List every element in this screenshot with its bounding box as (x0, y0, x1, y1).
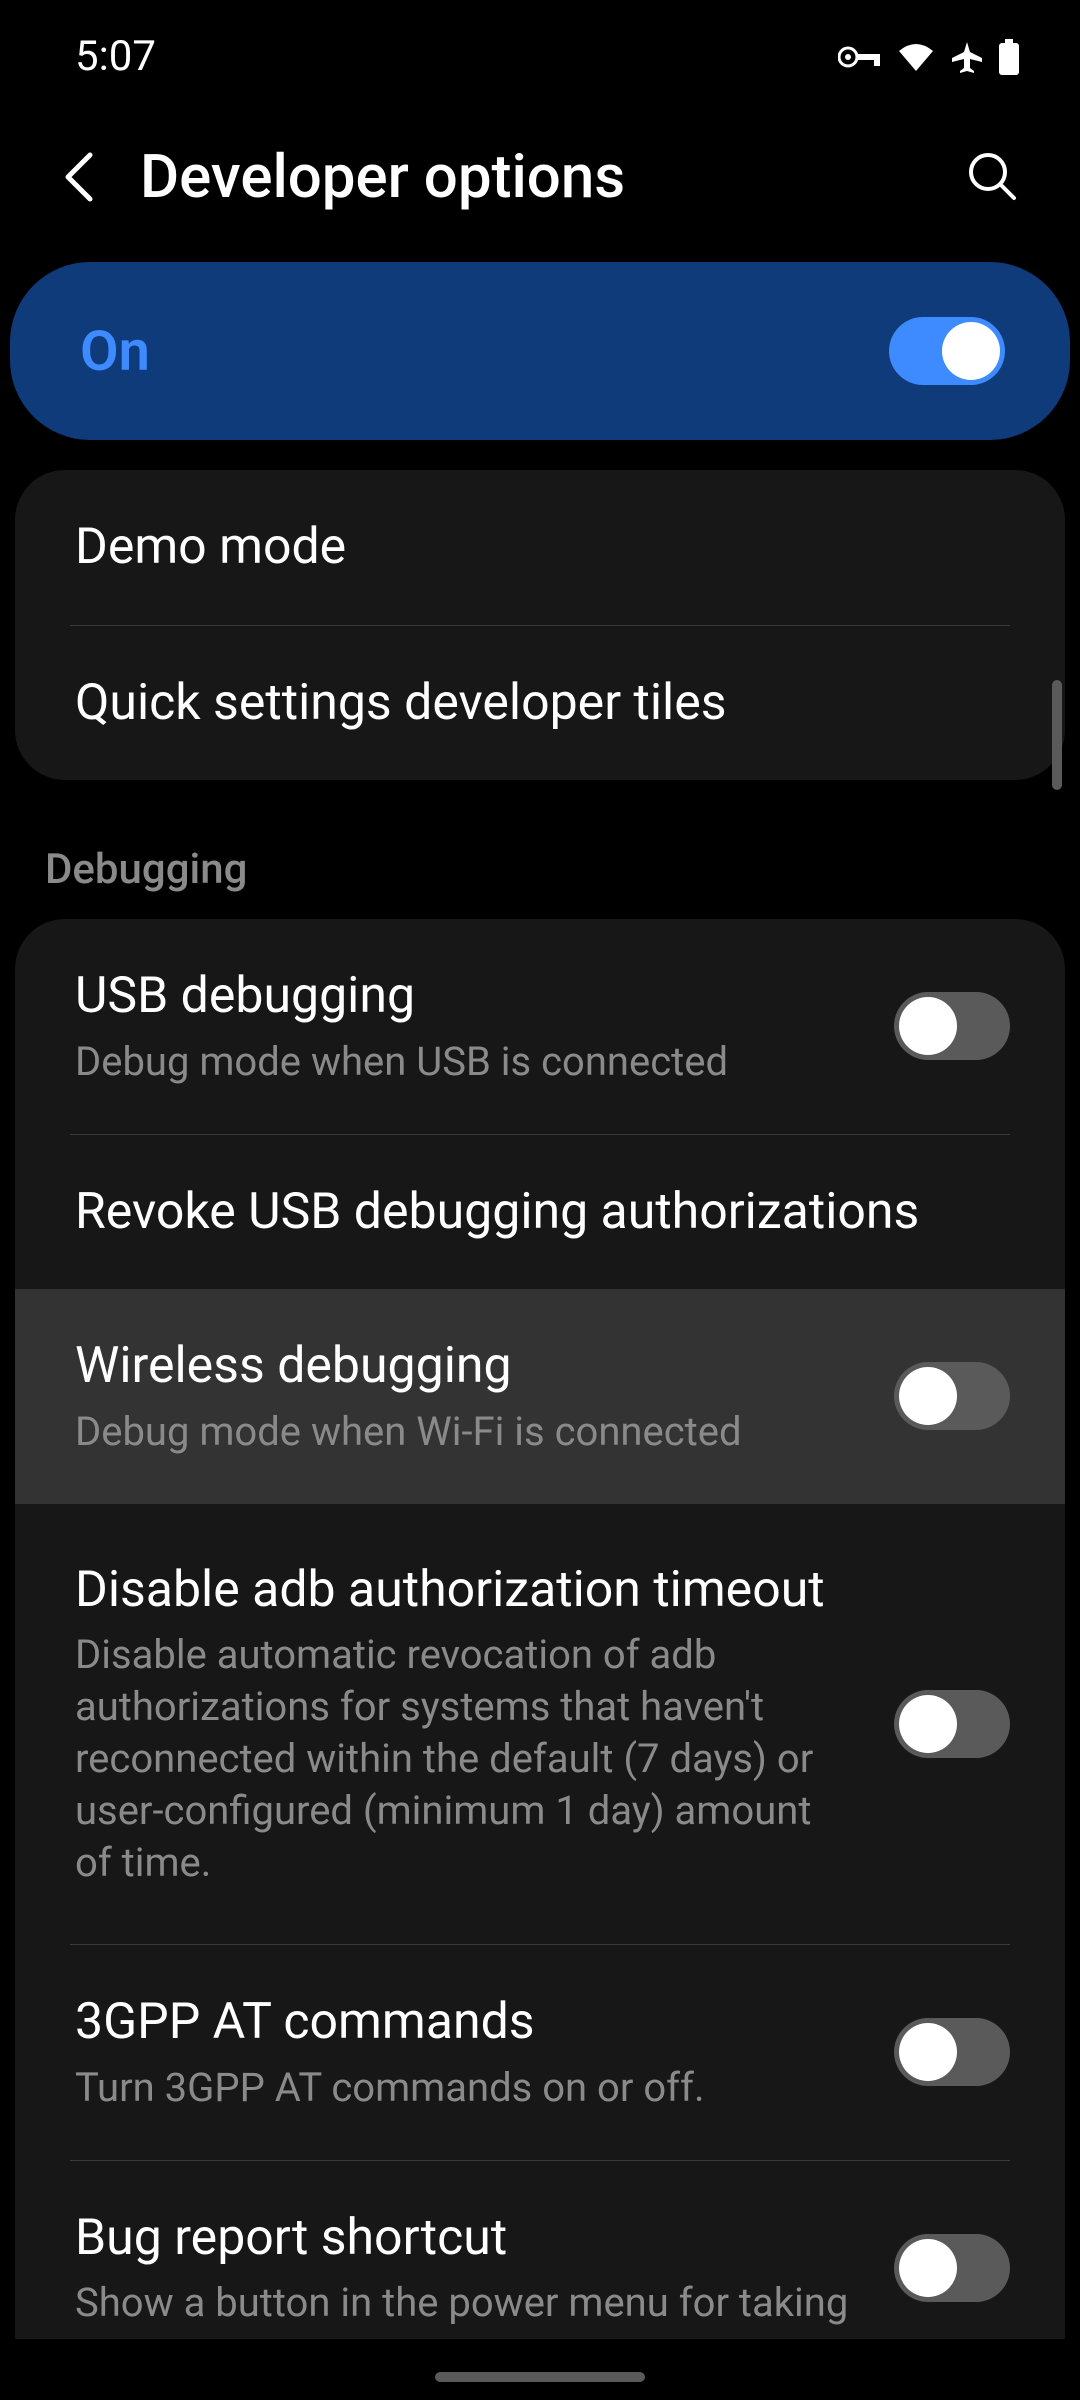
airplane-icon (950, 40, 984, 74)
item-title: Wireless debugging (75, 1335, 854, 1398)
quick-settings-tiles-item[interactable]: Quick settings developer tiles (15, 626, 1065, 781)
demo-mode-item[interactable]: Demo mode (15, 470, 1065, 625)
master-toggle-switch[interactable] (889, 317, 1005, 385)
wireless-debugging-item[interactable]: Wireless debugging Debug mode when Wi-Fi… (15, 1289, 1065, 1504)
settings-group-debugging: USB debugging Debug mode when USB is con… (15, 919, 1065, 2339)
app-bar: Developer options (0, 101, 1080, 262)
bug-report-toggle[interactable] (894, 2234, 1010, 2302)
item-title: USB debugging (75, 965, 854, 1028)
item-subtitle: Disable automatic revocation of adb auth… (75, 1629, 854, 1889)
item-title: Disable adb authorization timeout (75, 1559, 854, 1622)
item-subtitle: Turn 3GPP AT commands on or off. (75, 2062, 854, 2114)
3gpp-at-commands-item[interactable]: 3GPP AT commands Turn 3GPP AT commands o… (15, 1945, 1065, 2160)
item-subtitle: Debug mode when Wi-Fi is connected (75, 1406, 854, 1458)
item-title: Bug report shortcut (75, 2207, 854, 2270)
battery-icon (998, 39, 1020, 75)
usb-debugging-item[interactable]: USB debugging Debug mode when USB is con… (15, 919, 1065, 1134)
disable-adb-timeout-item[interactable]: Disable adb authorization timeout Disabl… (15, 1504, 1065, 1945)
item-title: 3GPP AT commands (75, 1991, 854, 2054)
3gpp-toggle[interactable] (894, 2018, 1010, 2086)
settings-group-general: Demo mode Quick settings developer tiles (15, 470, 1065, 780)
master-toggle-row[interactable]: On (10, 262, 1070, 440)
item-title: Revoke USB debugging authorizations (75, 1181, 1010, 1244)
disable-adb-timeout-toggle[interactable] (894, 1690, 1010, 1758)
status-bar: 5:07 (0, 0, 1080, 101)
section-header-debugging: Debugging (0, 825, 1080, 919)
scroll-indicator[interactable] (1052, 680, 1062, 790)
item-title: Quick settings developer tiles (75, 672, 1010, 735)
page-title: Developer options (140, 141, 625, 212)
bug-report-shortcut-item[interactable]: Bug report shortcut Show a button in the… (15, 2161, 1065, 2340)
item-subtitle: Show a button in the power menu for taki… (75, 2277, 854, 2329)
wireless-debugging-toggle[interactable] (894, 1362, 1010, 1430)
revoke-usb-auth-item[interactable]: Revoke USB debugging authorizations (15, 1135, 1065, 1290)
back-icon[interactable] (60, 147, 100, 207)
master-toggle-label: On (80, 318, 150, 384)
vpn-key-icon (838, 43, 882, 71)
item-title: Demo mode (75, 516, 1010, 579)
clock: 5:07 (75, 32, 156, 81)
usb-debugging-toggle[interactable] (894, 992, 1010, 1060)
search-icon[interactable] (966, 150, 1020, 204)
status-icons (838, 39, 1020, 75)
home-indicator[interactable] (435, 2372, 645, 2382)
wifi-icon (896, 41, 936, 73)
item-subtitle: Debug mode when USB is connected (75, 1036, 854, 1088)
